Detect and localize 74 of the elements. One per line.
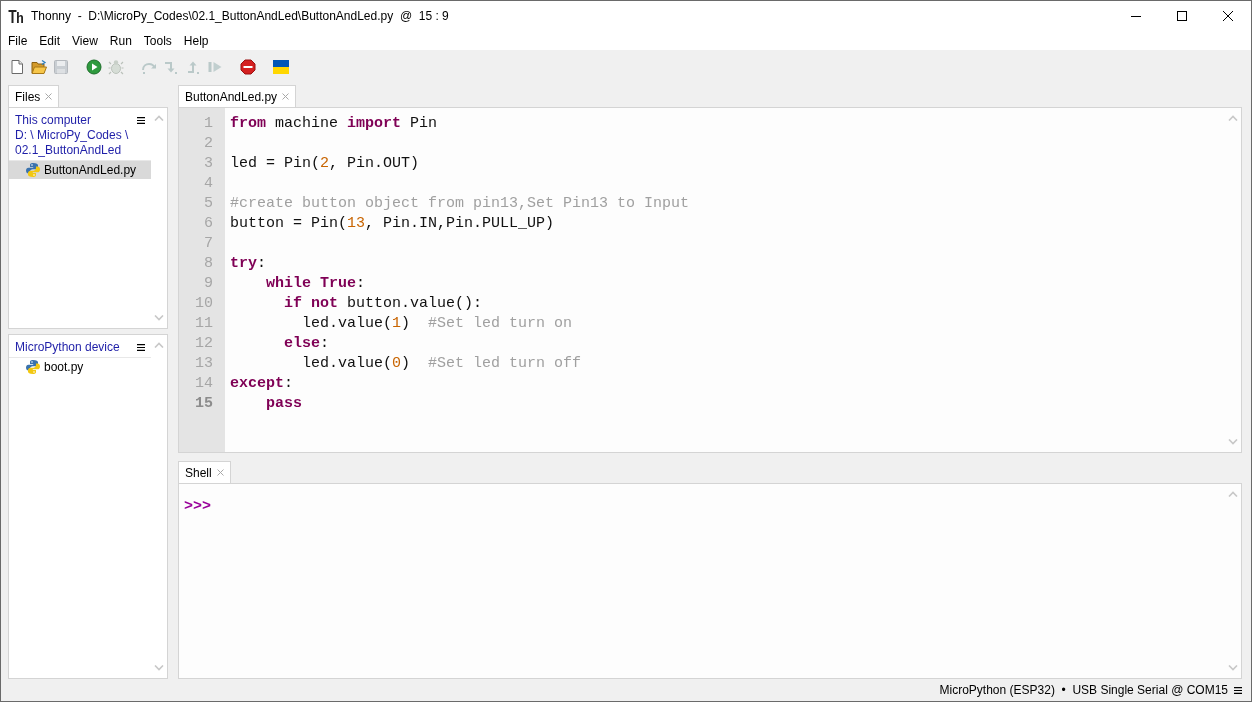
flag-icon <box>273 59 289 75</box>
play-bar-icon <box>207 59 223 75</box>
menu-item[interactable]: View <box>72 32 98 49</box>
stop-sign-icon <box>240 59 256 75</box>
chevron-up-icon[interactable] <box>1228 491 1238 497</box>
shell-prompt: >>> <box>184 498 211 515</box>
code-line: pass <box>266 394 303 414</box>
section-title: MicroPython device <box>15 340 120 355</box>
menu-icon[interactable] <box>1234 686 1242 694</box>
line-number: 10 <box>195 294 213 314</box>
line-number: 11 <box>195 314 213 334</box>
code-line: led.value(0) #Set led turn off <box>302 354 582 374</box>
line-number: 3 <box>204 154 213 174</box>
line-number: 14 <box>195 374 213 394</box>
tab[interactable]: ButtonAndLed.py <box>178 85 297 107</box>
code-line: led.value(1) #Set led turn on <box>302 314 573 334</box>
window-title: Thonny - D:\MicroPy_Codes\02.1_ButtonAndLed\ButtonAndLed.py @ 15 : 9 <box>31 8 450 25</box>
menu-item[interactable]: Run <box>109 32 132 49</box>
open-folder-icon <box>31 59 47 75</box>
line-number: 8 <box>204 254 213 274</box>
line-number: 6 <box>204 214 213 234</box>
chevron-up-icon[interactable] <box>1228 115 1238 121</box>
line-number: 2 <box>204 134 213 154</box>
menu-icon[interactable] <box>137 344 145 351</box>
code-line: if not button.value(): <box>284 294 483 314</box>
arrow-down-icon <box>163 59 179 75</box>
chevron-up-icon[interactable] <box>154 115 164 121</box>
close-icon <box>1223 11 1233 21</box>
code-line: else: <box>284 334 330 354</box>
interpreter-status[interactable]: MicroPython (ESP32) • USB Single Serial @ COM15 <box>939 682 1228 698</box>
chevron-down-icon[interactable] <box>154 315 164 321</box>
line-number: 9 <box>204 274 213 294</box>
chevron-down-icon[interactable] <box>1228 665 1238 671</box>
code-line: led = Pin(2, Pin.OUT) <box>230 154 420 174</box>
menu-item[interactable]: File <box>8 32 28 49</box>
tab[interactable]: Shell <box>178 461 231 483</box>
app-logo-icon <box>8 8 23 24</box>
line-number: 5 <box>204 194 213 214</box>
menu-icon[interactable] <box>137 117 145 124</box>
play-icon <box>86 59 102 75</box>
close-icon[interactable] <box>282 93 290 100</box>
menu-item[interactable]: Edit <box>39 32 61 49</box>
close-icon[interactable] <box>45 93 53 100</box>
tree-item[interactable]: ButtonAndLed.py <box>9 161 151 179</box>
line-number: 4 <box>204 174 213 194</box>
chevron-down-icon[interactable] <box>154 665 164 671</box>
line-number: 1 <box>204 114 213 134</box>
menu-item[interactable]: Help <box>183 32 209 49</box>
line-number: 15 <box>195 394 213 414</box>
python-file-icon <box>25 162 41 178</box>
close-icon[interactable] <box>216 469 224 476</box>
code-line: while True: <box>266 274 366 294</box>
code-line: from machine import Pin <box>230 114 438 134</box>
tab[interactable]: Files <box>8 85 60 107</box>
code-line: try: <box>230 254 267 274</box>
folder-path[interactable]: D: \ MicroPy_Codes \ 02.1_ButtonAndLed <box>15 128 143 158</box>
minimize-icon <box>1131 15 1141 17</box>
bug-icon <box>108 59 124 75</box>
chevron-down-icon[interactable] <box>1228 439 1238 445</box>
line-number: 13 <box>195 354 213 374</box>
new-file-icon <box>9 59 25 75</box>
line-number: 12 <box>195 334 213 354</box>
section-title: This computer <box>15 113 93 128</box>
run-button[interactable] <box>83 56 105 78</box>
menu-item[interactable]: Tools <box>143 32 172 49</box>
chevron-up-icon[interactable] <box>154 342 164 348</box>
arrow-up-icon <box>185 59 201 75</box>
line-number: 7 <box>204 234 213 254</box>
code-line: #create button object from pin13,Set Pin13 to Input <box>230 194 690 214</box>
maximize-icon <box>1177 11 1187 21</box>
code-line: except: <box>230 374 294 394</box>
python-file-icon <box>25 359 41 375</box>
code-line: button = Pin(13, Pin.IN,Pin.PULL_UP) <box>230 214 555 234</box>
stop-button[interactable] <box>237 56 259 78</box>
